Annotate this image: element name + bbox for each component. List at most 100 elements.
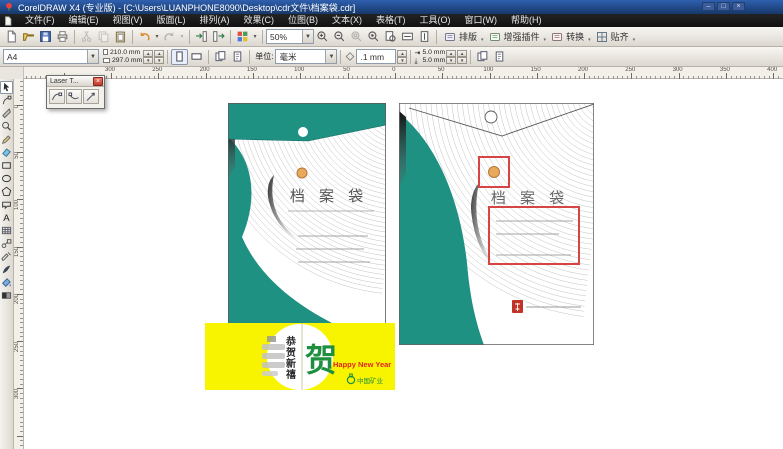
menu-item-11[interactable]: 帮助(H) [504,15,549,25]
outline-pen-tool[interactable] [0,263,13,276]
plugins-button[interactable]: 增强插件 [485,29,544,45]
menu-item-7[interactable]: 文本(X) [325,15,369,25]
close-button[interactable]: × [732,2,745,11]
snap-button[interactable]: 贴齐 [592,29,633,45]
freehand-tool[interactable] [0,133,13,146]
copy-button[interactable] [95,29,112,45]
undo-button[interactable] [136,29,153,45]
undo-dropdown-icon[interactable]: ▾ [153,33,161,40]
string-button [297,168,307,178]
zoom-width-button[interactable] [399,29,416,45]
redo-button[interactable] [161,29,178,45]
new-button[interactable] [3,29,20,45]
preset-combo-arrow-icon[interactable]: ▼ [87,50,98,63]
h-ruler-number: 50 [343,67,350,73]
left-envelope-artwork[interactable]: 档 案 袋 [228,103,386,335]
zoom-level-value: 50% [267,32,302,42]
height-stepper[interactable]: ▲▼ [154,50,164,64]
width-stepper[interactable]: ▲▼ [143,50,153,64]
polygon-tool[interactable] [0,185,13,198]
nudge-stepper[interactable]: ▲▼ [397,50,407,64]
v-ruler-number: 300 [14,389,20,399]
zoom-selected-button[interactable] [348,29,365,45]
zoom-out-button[interactable] [331,29,348,45]
interactive-blend-tool[interactable] [0,237,13,250]
print-button[interactable] [54,29,71,45]
typesetting-button[interactable]: 排版 [440,29,481,45]
shape-tool[interactable] [0,94,13,107]
menu-item-9[interactable]: 工具(O) [413,15,458,25]
svg-text:恭: 恭 [285,335,297,348]
toolbox: A [0,79,14,449]
page-dimensions: 210.0 mm 297.0 mm [103,49,142,65]
treat-as-filled-button[interactable] [474,49,491,65]
maximize-button[interactable]: □ [717,2,730,11]
page-width-value[interactable]: 210.0 mm [110,49,140,56]
table-tool[interactable] [0,224,13,237]
redo-dropdown-icon[interactable]: ▾ [178,33,186,40]
zoom-level-combo[interactable]: 50% ▼ [266,29,314,44]
menu-item-6[interactable]: 位图(B) [281,15,325,25]
duplicate-y-value[interactable]: 5.0 mm [422,57,445,64]
menu-item-2[interactable]: 视图(V) [106,15,150,25]
interactive-fill-tool[interactable] [0,289,13,302]
import-button[interactable] [193,29,210,45]
portrait-button[interactable] [171,49,188,65]
units-combo[interactable]: 毫米 ▼ [275,49,337,64]
duplicate-x-stepper[interactable]: ▲▼ [446,50,456,64]
units-value: 毫米 [276,51,325,63]
export-button[interactable] [210,29,227,45]
menu-item-4[interactable]: 排列(A) [193,15,237,25]
h-ruler-number: 150 [531,67,541,73]
basic-shapes-tool[interactable] [0,198,13,211]
drawing-canvas[interactable]: 档 案 袋 [24,79,783,449]
menu-item-3[interactable]: 版面(L) [150,15,193,25]
laser-toolbar-window[interactable]: Laser T... × [46,75,105,109]
menu-item-1[interactable]: 编辑(E) [62,15,106,25]
laser-tool-button-2[interactable] [66,89,82,104]
page-preset-combo[interactable]: A4 ▼ [3,49,99,64]
open-button[interactable] [20,29,37,45]
menu-item-10[interactable]: 窗口(W) [458,15,505,25]
fill-tool[interactable] [0,276,13,289]
new-year-banner[interactable]: 恭 贺 新 禧 贺 Happy New Year 中国矿业 [205,323,395,395]
zoom-in-button[interactable] [314,29,331,45]
convert-button[interactable]: 转换 [547,29,588,45]
menu-item-8[interactable]: 表格(T) [369,15,413,25]
app-launcher-button[interactable] [234,29,251,45]
zoom-page-button[interactable] [382,29,399,45]
zoom-all-button[interactable] [365,29,382,45]
launcher-dropdown-icon[interactable]: ▾ [251,33,259,40]
zoom-height-button[interactable] [416,29,433,45]
laser-tool-button-3[interactable] [83,89,99,104]
cut-button[interactable] [78,29,95,45]
v-ruler-number: 50 [14,152,20,159]
menu-item-5[interactable]: 效果(C) [237,15,282,25]
text-tool[interactable]: A [0,211,13,224]
zoom-tool[interactable] [0,120,13,133]
ellipse-tool[interactable] [0,172,13,185]
eyedropper-tool[interactable] [0,250,13,263]
crop-tool[interactable] [0,107,13,120]
draw-complex-button[interactable] [491,49,508,65]
page-height-value[interactable]: 297.0 mm [112,57,142,64]
units-combo-arrow-icon[interactable]: ▼ [325,50,336,63]
save-button[interactable] [37,29,54,45]
right-envelope-artwork[interactable]: 档 案 袋 [399,103,594,350]
pick-tool[interactable] [0,81,13,94]
zoom-combo-arrow-icon[interactable]: ▼ [302,30,313,43]
rectangle-tool[interactable] [0,159,13,172]
current-page-button[interactable] [229,49,246,65]
laser-toolbar-close-button[interactable]: × [93,77,103,86]
nudge-offset-field[interactable]: .1 mm [356,49,396,64]
laser-tool-button-1[interactable] [49,89,65,104]
laser-toolbar-titlebar[interactable]: Laser T... × [47,76,104,87]
paste-button[interactable] [112,29,129,45]
all-pages-button[interactable] [212,49,229,65]
smart-fill-tool[interactable] [0,146,13,159]
landscape-button[interactable] [188,49,205,65]
duplicate-y-stepper[interactable]: ▲▼ [457,50,467,64]
minimize-button[interactable]: – [702,2,715,11]
duplicate-x-value[interactable]: 5.0 mm [422,49,445,56]
menu-item-0[interactable]: 文件(F) [18,15,62,25]
